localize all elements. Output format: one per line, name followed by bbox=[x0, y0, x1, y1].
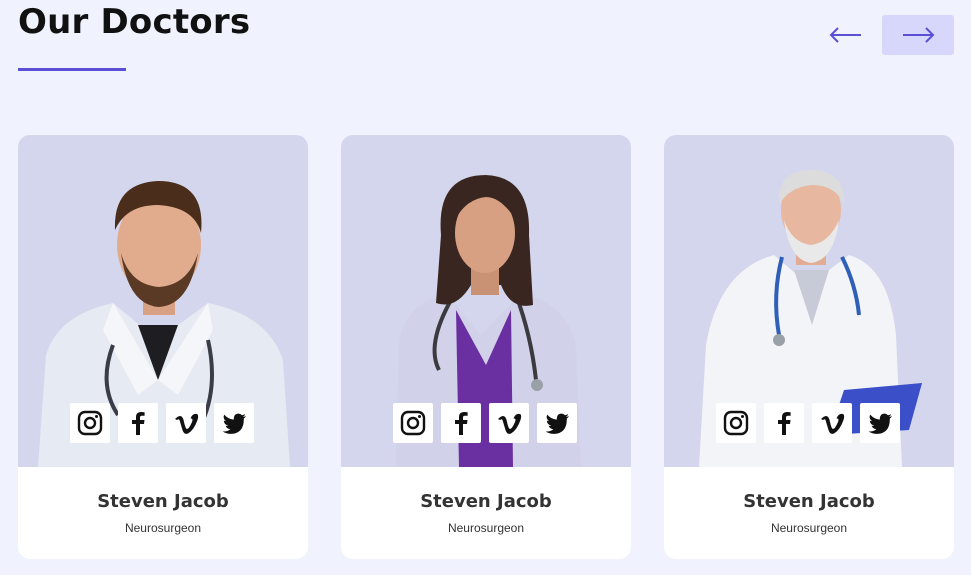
twitter-icon bbox=[545, 413, 569, 434]
doctor-role: Neurosurgeon bbox=[770, 521, 848, 535]
prev-button[interactable] bbox=[810, 15, 882, 55]
twitter-link[interactable] bbox=[860, 403, 900, 443]
section-title: Our Doctors bbox=[18, 2, 251, 42]
twitter-link[interactable] bbox=[537, 403, 577, 443]
doctor-role: Neurosurgeon bbox=[447, 521, 525, 535]
facebook-link[interactable] bbox=[118, 403, 158, 443]
doctor-name: Steven Jacob bbox=[743, 491, 875, 512]
doctor-card[interactable]: Steven Jacob Neurosurgeon bbox=[664, 135, 954, 559]
social-links bbox=[70, 403, 254, 443]
facebook-icon bbox=[132, 412, 145, 435]
doctor-role: Neurosurgeon bbox=[124, 521, 202, 535]
twitter-link[interactable] bbox=[214, 403, 254, 443]
doctor-card[interactable]: Steven Jacob Neurosurgeon bbox=[341, 135, 631, 559]
facebook-icon bbox=[455, 412, 468, 435]
arrow-right-icon bbox=[903, 27, 935, 43]
vimeo-link[interactable] bbox=[812, 403, 852, 443]
vimeo-icon bbox=[821, 413, 845, 434]
facebook-link[interactable] bbox=[441, 403, 481, 443]
facebook-icon bbox=[778, 412, 791, 435]
vimeo-icon bbox=[175, 413, 199, 434]
instagram-icon bbox=[400, 410, 426, 436]
vimeo-link[interactable] bbox=[489, 403, 529, 443]
twitter-icon bbox=[868, 413, 892, 434]
instagram-link[interactable] bbox=[716, 403, 756, 443]
next-button[interactable] bbox=[882, 15, 954, 55]
social-links bbox=[716, 403, 900, 443]
instagram-link[interactable] bbox=[70, 403, 110, 443]
title-underline bbox=[18, 68, 126, 71]
facebook-link[interactable] bbox=[764, 403, 804, 443]
twitter-icon bbox=[222, 413, 246, 434]
arrow-left-icon bbox=[829, 27, 861, 43]
doctor-name: Steven Jacob bbox=[97, 491, 229, 512]
vimeo-link[interactable] bbox=[166, 403, 206, 443]
doctor-card[interactable]: Steven Jacob Neurosurgeon bbox=[18, 135, 308, 559]
instagram-icon bbox=[723, 410, 749, 436]
instagram-link[interactable] bbox=[393, 403, 433, 443]
instagram-icon bbox=[77, 410, 103, 436]
vimeo-icon bbox=[498, 413, 522, 434]
doctor-name: Steven Jacob bbox=[420, 491, 552, 512]
social-links bbox=[393, 403, 577, 443]
